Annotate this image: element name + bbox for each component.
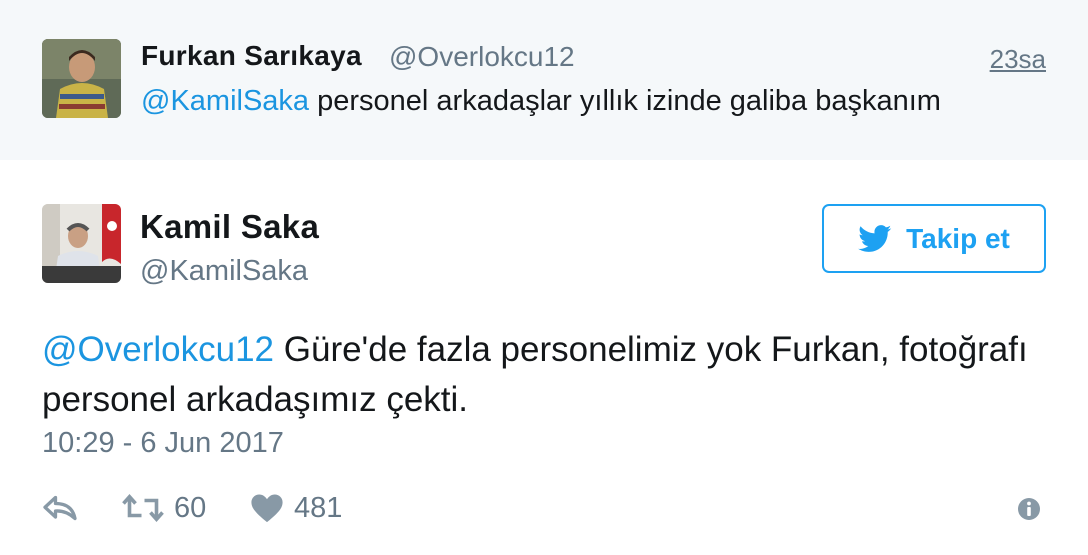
like-count: 481: [294, 491, 343, 524]
avatar[interactable]: [42, 39, 121, 118]
reply-icon: [43, 495, 77, 521]
twitter-bird-icon: [858, 224, 892, 252]
reply-timestamp[interactable]: 23sa: [990, 44, 1046, 75]
reply-text: @KamilSaka personel arkadaşlar yıllık iz…: [141, 85, 941, 118]
avatar[interactable]: [42, 204, 121, 283]
reply-tweet: Furkan Sarıkaya @Overlokcu12 23sa @Kamil…: [0, 0, 1088, 160]
main-display-name[interactable]: Kamil Saka: [140, 208, 319, 246]
tweet-timestamp[interactable]: 10:29 - 6 Jun 2017: [42, 427, 284, 460]
follow-button-label: Takip et: [906, 222, 1010, 254]
reply-action[interactable]: [42, 488, 78, 528]
follow-button[interactable]: Takip et: [822, 204, 1046, 273]
reply-display-name[interactable]: Furkan Sarıkaya: [141, 40, 362, 72]
reply-body: personel arkadaşlar yıllık izinde galiba…: [317, 85, 941, 117]
reply-mention-link[interactable]: @KamilSaka: [141, 85, 309, 117]
avatar-image: [42, 204, 121, 283]
heart-icon: [251, 494, 283, 523]
main-mention-link[interactable]: @Overlokcu12: [42, 330, 274, 369]
retweet-action[interactable]: 60: [122, 488, 206, 528]
main-handle[interactable]: @KamilSaka: [140, 255, 308, 288]
retweet-icon: [122, 494, 164, 522]
reply-handle[interactable]: @Overlokcu12: [389, 41, 575, 73]
info-icon[interactable]: [1016, 496, 1042, 522]
retweet-count: 60: [174, 491, 207, 524]
avatar-image: [42, 39, 121, 118]
tweet-text: @Overlokcu12 Güre'de fazla personelimiz …: [42, 325, 1042, 425]
like-action[interactable]: 481: [250, 488, 342, 528]
